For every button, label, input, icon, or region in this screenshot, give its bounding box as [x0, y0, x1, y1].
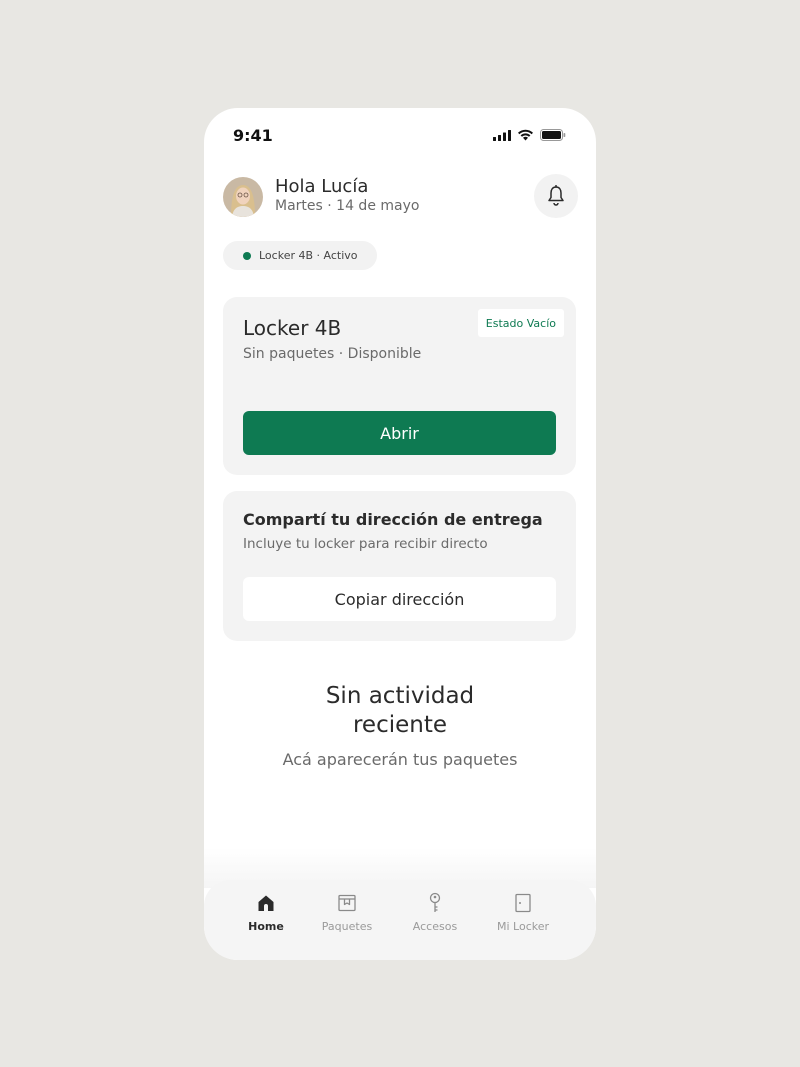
active-dot-icon	[243, 251, 251, 260]
empty-state: Sin actividad reciente Acá aparecerán tu…	[204, 682, 596, 769]
home-icon	[258, 895, 274, 911]
empty-state-subtitle: Acá aparecerán tus paquetes	[282, 750, 518, 769]
status-badge: Estado Vacío	[477, 309, 564, 337]
status-icons	[493, 129, 566, 141]
tab-accesos[interactable]: Accesos	[400, 892, 470, 933]
tab-label: Paquetes	[321, 920, 373, 933]
tab-mi-locker[interactable]: Mi Locker	[488, 892, 558, 933]
copy-address-button[interactable]: Copiar dirección	[243, 577, 556, 621]
package-icon	[338, 894, 356, 912]
tab-label: Accesos	[412, 920, 458, 933]
key-icon	[429, 892, 441, 912]
date-label: Martes · 14 de mayo	[275, 198, 420, 214]
wifi-icon	[518, 129, 533, 141]
share-title: Compartí tu dirección de entrega	[243, 510, 543, 529]
locker-title: Locker 4B	[243, 316, 342, 340]
bell-icon	[548, 185, 564, 206]
status-time: 9:41	[233, 126, 273, 145]
battery-icon	[540, 129, 566, 141]
locker-status-pill[interactable]: Locker 4B · Activo	[223, 241, 377, 270]
tab-label: Mi Locker	[496, 920, 550, 933]
status-bar: 9:41	[204, 108, 596, 164]
door-icon	[515, 893, 531, 913]
phone-screen: 9:41 Hola Lucía Martes · 14 de mayo Lock…	[204, 108, 596, 960]
tab-bar: Home Paquetes Accesos Mi Locker	[204, 880, 596, 960]
locker-subtitle: Sin paquetes · Disponible	[243, 346, 422, 362]
greeting: Hola Lucía	[275, 176, 369, 197]
signal-icon	[493, 129, 511, 141]
tab-label: Home	[248, 920, 284, 933]
empty-state-title: Sin actividad reciente	[325, 683, 475, 738]
notifications-button[interactable]	[534, 174, 578, 218]
avatar-image	[223, 177, 263, 217]
share-subtitle: Incluye tu locker para recibir directo	[243, 536, 488, 552]
open-locker-button[interactable]: Abrir	[243, 411, 556, 455]
tab-paquetes[interactable]: Paquetes	[312, 892, 382, 933]
locker-status-text: Locker 4B · Activo	[259, 249, 358, 262]
avatar[interactable]	[223, 177, 263, 217]
locker-card: Locker 4B Sin paquetes · Disponible Esta…	[223, 297, 576, 475]
share-address-card: Compartí tu dirección de entrega Incluye…	[223, 491, 576, 641]
tab-home[interactable]: Home	[231, 892, 301, 933]
header: Hola Lucía Martes · 14 de mayo	[223, 174, 578, 220]
